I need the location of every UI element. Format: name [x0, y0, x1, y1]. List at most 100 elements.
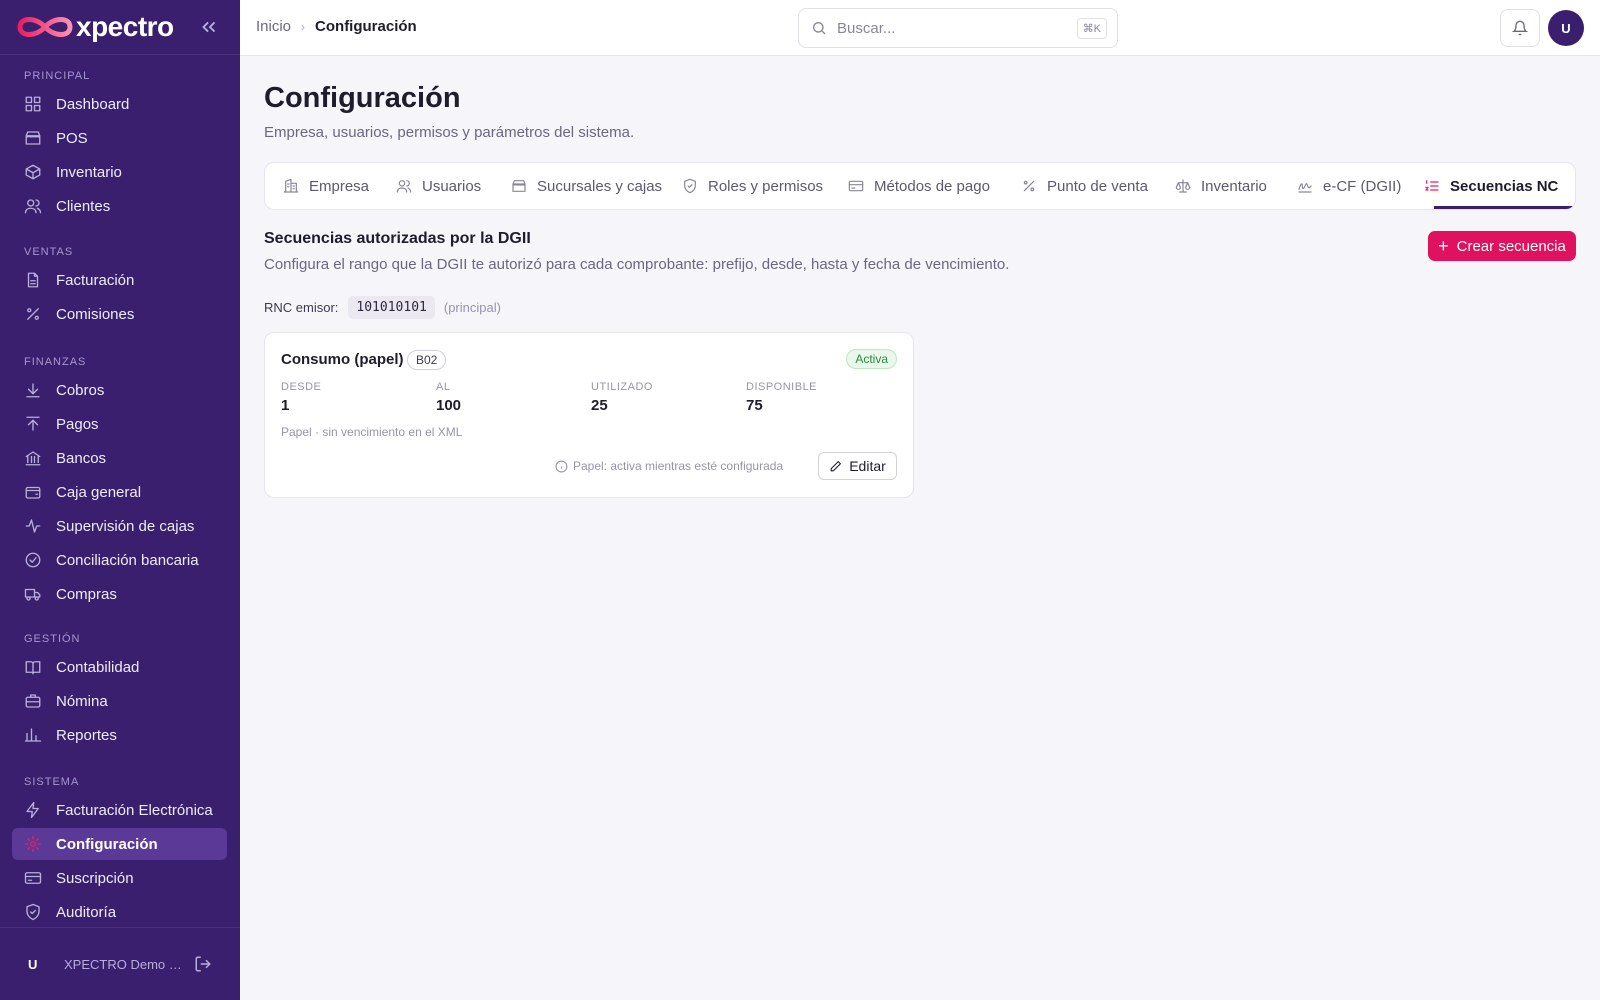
check-circle-icon	[25, 552, 41, 568]
sidebar-item-label: Contabilidad	[56, 658, 140, 676]
sidebar-item-bancos[interactable]: Bancos	[12, 442, 227, 474]
book-icon	[25, 661, 41, 675]
building-icon	[283, 178, 299, 193]
tab-empresa[interactable]: Empresa	[283, 163, 369, 209]
sidebar: xpectro PRINCIPAL Dashboard POS Inventario C…	[0, 0, 240, 1000]
search-shortcut: ⌘K	[1076, 18, 1107, 39]
create-sequence-button[interactable]: + Crear secuencia	[1428, 231, 1576, 261]
brand-name: xpectro	[76, 11, 174, 42]
stat-label: DISPONIBLE	[746, 381, 818, 393]
sidebar-item-label: Comisiones	[56, 305, 135, 323]
tab-inventario[interactable]: Inventario	[1175, 163, 1267, 209]
search-box[interactable]: ⌘K	[798, 8, 1118, 48]
shield-icon	[26, 903, 40, 921]
arrow-up-icon	[26, 416, 40, 431]
sidebar-item-cobros[interactable]: Cobros	[12, 374, 227, 406]
file-icon	[27, 272, 39, 288]
arrow-down-icon	[26, 383, 40, 398]
section-title: Secuencias autorizadas por la DGII	[264, 230, 531, 247]
sidebar-item-dashboard[interactable]: Dashboard	[12, 88, 227, 120]
scale-icon	[1175, 179, 1191, 193]
collapse-sidebar-icon[interactable]	[198, 16, 220, 38]
tab-label: e-CF (DGII)	[1323, 177, 1402, 195]
rnc-emisor: RNC emisor: 101010101 (principal)	[264, 296, 501, 319]
sidebar-item-label: POS	[56, 129, 88, 147]
xpectro-logo-icon	[17, 17, 73, 37]
gear-icon	[24, 835, 42, 853]
tab-label: Empresa	[309, 177, 370, 195]
stat-desde: DESDE 1	[281, 381, 431, 414]
sidebar-item-comisiones[interactable]: Comisiones	[12, 298, 227, 330]
sidebar-item-label: Bancos	[56, 449, 107, 467]
sidebar-item-pos[interactable]: POS	[12, 122, 227, 154]
sidebar-item-label: Facturación	[56, 271, 135, 289]
sidebar-item-suscripcion[interactable]: Suscripción	[12, 862, 227, 894]
sidebar-item-pagos[interactable]: Pagos	[12, 408, 227, 440]
stat-disponible: DISPONIBLE 75	[746, 381, 896, 414]
store-icon	[512, 180, 526, 192]
sidebar-item-configuracion[interactable]: Configuración	[12, 828, 227, 860]
tab-label: Secuencias NC	[1450, 177, 1559, 195]
sidebar-item-label: Caja general	[56, 483, 142, 501]
tab-e-cf-dgii[interactable]: e-CF (DGII)	[1297, 163, 1401, 209]
page-title: Configuración	[264, 82, 461, 114]
sidebar-item-supervision-de-cajas[interactable]: Supervisión de cajas	[12, 510, 227, 542]
sidebar-item-facturacion[interactable]: Facturación	[12, 264, 227, 296]
sidebar-item-auditoria[interactable]: Auditoría	[12, 896, 227, 927]
settings-tabs: Empresa Usuarios Sucursales y cajas Roles y…	[264, 162, 1576, 210]
sidebar-nav: PRINCIPAL Dashboard POS Inventario Clientes V…	[0, 55, 240, 927]
tab-punto-de-venta[interactable]: Punto de venta	[1021, 163, 1148, 209]
user-avatar[interactable]: U	[1548, 10, 1584, 46]
breadcrumb-current: Configuración	[315, 18, 417, 35]
tab-secuencias-nc[interactable]: Secuencias NC	[1424, 163, 1558, 209]
sidebar-item-label: Facturación Electrónica	[56, 801, 213, 819]
list-ordered-icon	[1425, 180, 1439, 191]
sidebar-item-compras[interactable]: Compras	[12, 578, 227, 610]
signature-icon	[1298, 183, 1312, 193]
stat-label: DESDE	[281, 381, 322, 393]
breadcrumb-home[interactable]: Inicio	[256, 18, 291, 35]
bank-icon	[25, 451, 41, 466]
stat-utilizado: UTILIZADO 25	[591, 381, 741, 414]
sidebar-item-facturacion-electronica[interactable]: Facturación Electrónica	[12, 794, 227, 826]
company-name[interactable]: XPECTRO Demo S...	[64, 957, 182, 972]
stat-value: 25	[591, 397, 608, 414]
shield-icon	[684, 178, 696, 194]
tab-label: Punto de venta	[1047, 177, 1148, 195]
sidebar-item-caja-general[interactable]: Caja general	[12, 476, 227, 508]
search-input[interactable]	[837, 19, 1067, 37]
tab-roles-y-permisos[interactable]: Roles y permisos	[682, 163, 823, 209]
edit-sequence-button[interactable]: Editar	[818, 452, 897, 480]
percent-icon	[1023, 180, 1035, 192]
sidebar-item-label: Compras	[56, 585, 117, 603]
sidebar-item-contabilidad[interactable]: Contabilidad	[12, 651, 227, 683]
edit-label: Editar	[849, 458, 886, 474]
sidebar-item-inventario[interactable]: Inventario	[12, 156, 227, 188]
plus-icon: +	[1438, 236, 1449, 256]
grid-icon	[25, 96, 41, 112]
breadcrumb-separator: ›	[301, 19, 306, 34]
stat-al: AL 100	[436, 381, 586, 414]
logout-icon[interactable]	[194, 955, 212, 973]
rnc-value: 101010101	[348, 296, 435, 319]
activity-icon	[25, 519, 41, 533]
sidebar-item-reportes[interactable]: Reportes	[12, 719, 227, 751]
tab-sucursales-y-cajas[interactable]: Sucursales y cajas	[511, 163, 662, 209]
section-description: Configura el rango que la DGII te autori…	[264, 256, 1010, 273]
tab-metodos-de-pago[interactable]: Métodos de pago	[848, 163, 990, 209]
sequence-card: Consumo (papel) B02 Activa DESDE 1 AL 10…	[264, 332, 914, 498]
sidebar-item-nomina[interactable]: Nómina	[12, 685, 227, 717]
zap-icon	[26, 801, 39, 819]
rnc-label: RNC emisor:	[264, 300, 339, 315]
nav-section-title: PRINCIPAL	[24, 70, 91, 82]
sidebar-item-label: Cobros	[56, 381, 105, 399]
sidebar-item-clientes[interactable]: Clientes	[12, 190, 227, 222]
tab-usuarios[interactable]: Usuarios	[396, 163, 481, 209]
users-icon	[396, 180, 412, 193]
sequence-code-badge: B02	[407, 350, 447, 370]
nav-section-title: FINANZAS	[24, 356, 87, 368]
footer-avatar[interactable]: U	[28, 957, 48, 972]
notifications-button[interactable]	[1500, 9, 1540, 47]
topbar: Inicio › Configuración ⌘K U	[240, 0, 1600, 56]
sidebar-item-conciliacion-bancaria[interactable]: Conciliación bancaria	[12, 544, 227, 576]
